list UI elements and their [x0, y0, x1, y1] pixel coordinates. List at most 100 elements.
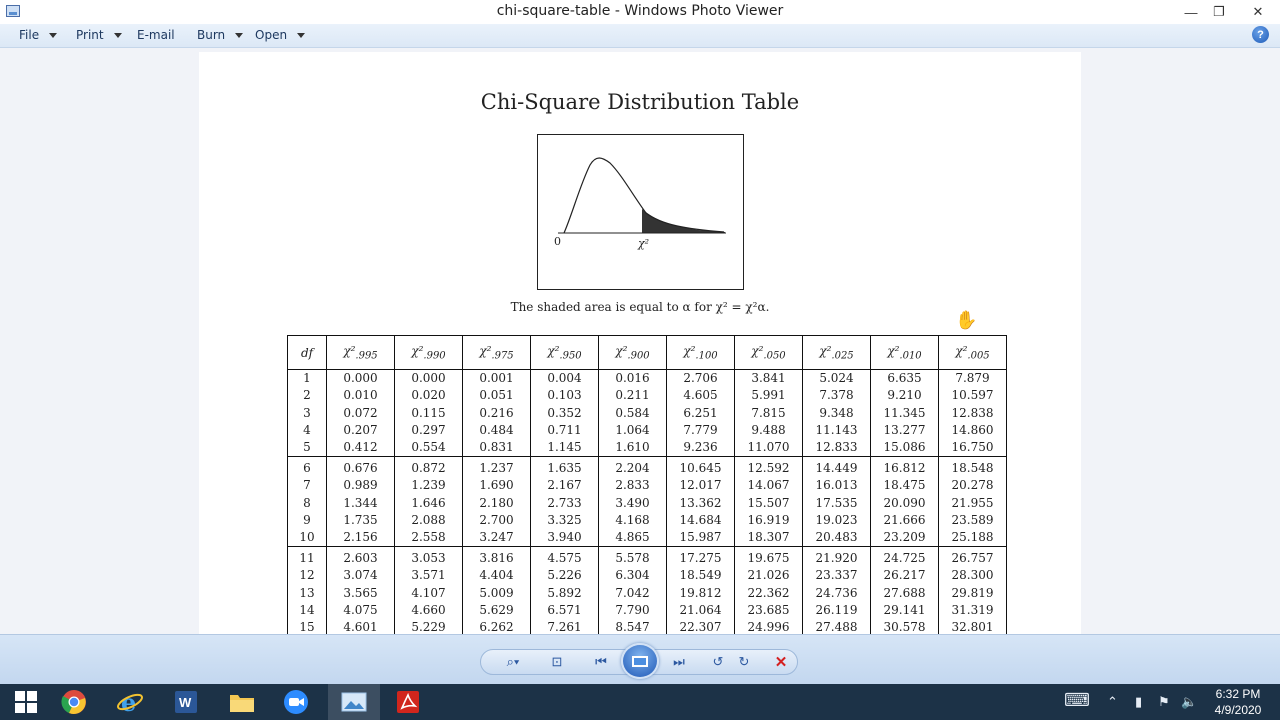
- value-cell: 0.000: [326, 369, 395, 387]
- table-row: 12 3.074 3.571 4.404 5.226 6.304 18.549 21.026 2…: [287, 567, 1007, 585]
- delete-icon[interactable]: ✕: [768, 651, 794, 673]
- taskbar-zoom[interactable]: [270, 684, 322, 720]
- volume-icon[interactable]: 🔈: [1181, 694, 1197, 710]
- restore-button[interactable]: ❐: [1202, 0, 1236, 24]
- burn-menu[interactable]: Burn: [197, 28, 244, 42]
- value-cell: 10.597: [938, 387, 1007, 405]
- taskbar-photo-viewer[interactable]: [328, 684, 380, 720]
- value-cell: 1.145: [530, 439, 599, 457]
- value-cell: 7.042: [598, 584, 667, 602]
- table-row: 13 3.565 4.107 5.009 5.892 7.042 19.812 22.362 2…: [287, 584, 1007, 602]
- value-cell: 15.507: [734, 494, 803, 512]
- value-cell: 16.812: [870, 459, 939, 478]
- action-center-flag-icon[interactable]: ⚑: [1158, 694, 1170, 710]
- help-icon[interactable]: ?: [1252, 26, 1269, 43]
- value-cell: 1.610: [598, 439, 667, 457]
- value-cell: 5.229: [394, 619, 463, 634]
- print-menu[interactable]: Print: [76, 28, 122, 42]
- value-cell: 0.711: [530, 421, 599, 440]
- start-button[interactable]: [0, 684, 52, 720]
- previous-icon[interactable]: ⏮: [588, 651, 614, 673]
- df-cell: 12: [287, 567, 327, 585]
- value-cell: 2.700: [462, 511, 531, 530]
- value-cell: 21.026: [734, 567, 803, 585]
- value-cell: 11.143: [802, 421, 871, 440]
- value-cell: 3.940: [530, 529, 599, 547]
- slideshow-button[interactable]: [621, 643, 659, 679]
- value-cell: 3.074: [326, 567, 395, 585]
- show-hidden-icons-icon[interactable]: ⌃: [1107, 694, 1118, 710]
- value-cell: 23.685: [734, 601, 803, 620]
- close-button[interactable]: ✕: [1236, 0, 1280, 24]
- table-row: 1 0.000 0.000 0.001 0.004 0.016 2.706 3.841 5.02…: [287, 369, 1007, 387]
- image-viewer-area[interactable]: Chi-Square Distribution Table 0 χ² The s…: [0, 48, 1280, 634]
- taskbar-internet-explorer[interactable]: e: [104, 684, 156, 720]
- value-cell: 1.635: [530, 459, 599, 478]
- clock-date: 4/9/2020: [1214, 703, 1262, 717]
- value-cell: 19.675: [734, 549, 803, 568]
- taskbar-file-explorer[interactable]: [216, 684, 268, 720]
- value-cell: 21.666: [870, 511, 939, 530]
- value-cell: 20.278: [938, 477, 1007, 495]
- rotate-counterclockwise-icon[interactable]: ↺: [705, 651, 731, 673]
- burn-menu-label: Burn: [197, 28, 226, 42]
- value-cell: 4.404: [462, 567, 531, 585]
- value-cell: 1.690: [462, 477, 531, 495]
- column-header: χ².990: [394, 335, 463, 370]
- table-row: 4 0.207 0.297 0.484 0.711 1.064 7.779 9.488 11.1…: [287, 421, 1007, 440]
- zoom-icon[interactable]: ⌕▾: [500, 651, 526, 673]
- value-cell: 4.865: [598, 529, 667, 547]
- photo-viewer-icon: [341, 692, 367, 712]
- taskbar-clock[interactable]: 6:32 PM 4/9/2020: [1200, 686, 1276, 718]
- value-cell: 9.236: [666, 439, 735, 457]
- folder-icon: [230, 695, 254, 712]
- column-header: χ².975: [462, 335, 531, 370]
- df-cell: 11: [287, 549, 327, 568]
- battery-icon[interactable]: ▮: [1135, 694, 1142, 710]
- taskbar-chrome[interactable]: [48, 684, 100, 720]
- table-row: 14 4.075 4.660 5.629 6.571 7.790 21.064 23.685 2…: [287, 601, 1007, 620]
- chevron-down-icon: [49, 32, 58, 38]
- value-cell: 0.989: [326, 477, 395, 495]
- actual-size-icon[interactable]: ⊡: [544, 651, 570, 673]
- title-bar: chi-square-table - Windows Photo Viewer …: [0, 0, 1280, 24]
- value-cell: 12.838: [938, 404, 1007, 422]
- value-cell: 5.629: [462, 601, 531, 620]
- taskbar-acrobat[interactable]: [382, 684, 434, 720]
- open-menu[interactable]: Open: [255, 28, 306, 42]
- value-cell: 2.167: [530, 477, 599, 495]
- file-menu[interactable]: File: [19, 28, 58, 42]
- taskbar: e W ⌨ ⌃ ▮ ⚑ 🔈 6:32 PM 4/9/2020: [0, 684, 1280, 720]
- df-cell: 4: [287, 421, 327, 440]
- value-cell: 1.239: [394, 477, 463, 495]
- value-cell: 6.251: [666, 404, 735, 422]
- email-menu[interactable]: E-mail: [137, 28, 175, 42]
- svg-text:e: e: [121, 688, 136, 716]
- value-cell: 24.996: [734, 619, 803, 634]
- internet-explorer-icon: e: [117, 688, 143, 716]
- value-cell: 6.571: [530, 601, 599, 620]
- value-cell: 0.216: [462, 404, 531, 422]
- value-cell: 5.009: [462, 584, 531, 602]
- taskbar-word[interactable]: W: [160, 684, 212, 720]
- value-cell: 1.064: [598, 421, 667, 440]
- value-cell: 0.103: [530, 387, 599, 405]
- chi-square-table: df χ².995 χ².990 χ².975 χ².950 χ².900 χ²…: [287, 335, 1007, 634]
- next-icon[interactable]: ⏭: [666, 651, 692, 673]
- df-cell: 5: [287, 439, 327, 457]
- value-cell: 0.115: [394, 404, 463, 422]
- value-cell: 0.004: [530, 369, 599, 387]
- keyboard-icon[interactable]: ⌨: [1064, 690, 1090, 711]
- value-cell: 0.020: [394, 387, 463, 405]
- column-header: χ².025: [802, 335, 871, 370]
- value-cell: 0.211: [598, 387, 667, 405]
- value-cell: 22.362: [734, 584, 803, 602]
- value-cell: 19.023: [802, 511, 871, 530]
- table-row: 9 1.735 2.088 2.700 3.325 4.168 14.684 16.919 19…: [287, 511, 1007, 530]
- email-menu-label: E-mail: [137, 28, 175, 42]
- table-row: 2 0.010 0.020 0.051 0.103 0.211 4.605 5.991 7.37…: [287, 387, 1007, 405]
- value-cell: 9.210: [870, 387, 939, 405]
- rotate-clockwise-icon[interactable]: ↻: [731, 651, 757, 673]
- value-cell: 19.812: [666, 584, 735, 602]
- value-cell: 4.168: [598, 511, 667, 530]
